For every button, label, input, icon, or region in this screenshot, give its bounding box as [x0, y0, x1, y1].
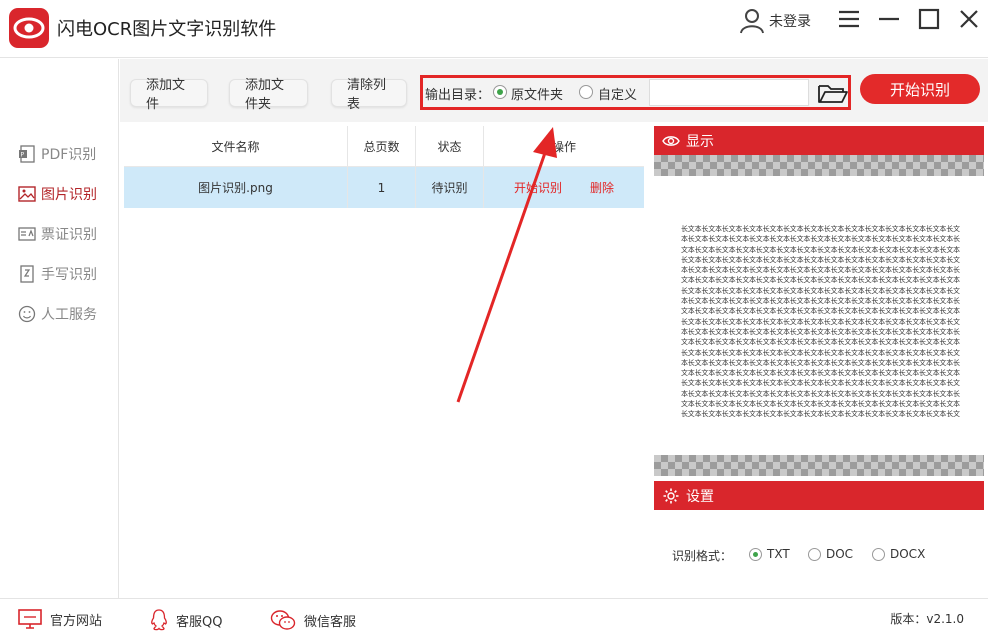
preview-title: 显示	[686, 133, 714, 150]
title-bar: 闪电OCR图片文字识别软件 未登录	[0, 0, 988, 58]
settings-title: 设置	[686, 488, 714, 505]
sidebar-item-ticket[interactable]: 票证识别	[18, 222, 97, 246]
custom-folder-radio[interactable]	[579, 85, 593, 99]
output-directory-label: 输出目录：	[425, 88, 491, 103]
format-label: 识别格式：	[672, 549, 733, 563]
user-icon[interactable]	[739, 8, 765, 34]
preview-checker-bottom	[654, 455, 984, 476]
format-txt-label[interactable]: TXT	[767, 547, 790, 561]
output-directory-group: 输出目录： 原文件夹 自定义	[420, 75, 851, 110]
sidebar: P PDF识别 图片识别 票证识别 手写识别 人工服务	[0, 59, 119, 598]
qq-icon	[151, 609, 167, 631]
wechat-icon	[270, 610, 296, 630]
sidebar-item-pdf[interactable]: P PDF识别	[18, 142, 96, 166]
format-docx-radio[interactable]	[872, 548, 885, 561]
monitor-icon	[18, 609, 42, 629]
start-recognition-button[interactable]: 开始识别	[860, 74, 980, 104]
smiley-icon	[18, 305, 36, 323]
file-table: 文件名称 总页数 状态 操作 图片识别.png 1 待识别 开始识别 删除	[124, 126, 644, 208]
handwrite-icon	[20, 265, 34, 283]
app-window: 闪电OCR图片文字识别软件 未登录 P PDF识别 图片识别 票证识别 手写识别…	[0, 0, 988, 637]
column-header-filename: 文件名称	[124, 126, 348, 166]
login-status[interactable]: 未登录	[769, 11, 811, 31]
column-header-pages: 总页数	[348, 126, 416, 166]
website-link[interactable]: 官方网站	[18, 609, 102, 629]
start-row-button[interactable]: 开始识别	[514, 179, 562, 196]
gear-icon	[663, 488, 679, 503]
toolbar: 添加文件 添加文件夹 清除列表 输出目录： 原文件夹 自定义 开始识别	[120, 59, 988, 122]
sidebar-item-label: PDF识别	[41, 147, 97, 163]
settings-header: 设置	[654, 481, 984, 510]
format-docx-label[interactable]: DOCX	[890, 547, 925, 561]
format-doc-radio[interactable]	[808, 548, 821, 561]
footer: 官方网站 客服QQ 微信客服 版本：v2.1.0	[0, 598, 988, 637]
sidebar-item-service[interactable]: 人工服务	[18, 302, 97, 326]
preview-header: 显示	[654, 126, 984, 155]
sidebar-item-image[interactable]: 图片识别	[18, 182, 97, 206]
format-txt-radio[interactable]	[749, 548, 762, 561]
source-folder-label[interactable]: 原文件夹	[511, 84, 563, 103]
column-header-actions: 操作	[551, 139, 576, 154]
delete-row-button[interactable]: 删除	[590, 179, 614, 196]
clear-list-button[interactable]: 清除列表	[331, 78, 407, 112]
wechat-label: 微信客服	[304, 614, 357, 630]
svg-text:P: P	[21, 152, 25, 159]
table-row[interactable]: 图片识别.png 1 待识别 开始识别 删除	[124, 167, 644, 208]
maximize-icon[interactable]	[917, 7, 941, 31]
sidebar-item-label: 人工服务	[41, 307, 97, 323]
minimize-icon[interactable]	[877, 7, 901, 31]
sidebar-item-label: 手写识别	[41, 267, 97, 283]
menu-icon[interactable]	[837, 7, 861, 31]
format-doc-label[interactable]: DOC	[826, 547, 853, 561]
column-header-status: 状态	[416, 126, 484, 166]
status-cell: 待识别	[416, 167, 484, 208]
preview-checker-top	[654, 155, 984, 176]
pdf-icon: P	[19, 145, 35, 163]
version-label: 版本：v2.1.0	[890, 612, 964, 626]
sidebar-item-label: 图片识别	[41, 187, 97, 203]
image-icon	[18, 186, 36, 202]
eye-logo-icon	[13, 17, 45, 39]
app-title: 闪电OCR图片文字识别软件	[57, 19, 277, 40]
preview-text: 长文本长文本长文本长文本长文本长文本长文本长文本长文本长文本长文本长文本长文本长…	[681, 225, 960, 418]
sidebar-item-label: 票证识别	[41, 227, 97, 243]
output-path-input[interactable]	[649, 79, 809, 106]
qq-link[interactable]: 客服QQ	[150, 609, 222, 631]
folder-open-icon[interactable]	[816, 80, 850, 106]
eye-icon	[662, 135, 680, 146]
add-folder-button[interactable]: 添加文件夹	[229, 78, 308, 112]
website-label: 官方网站	[50, 613, 103, 629]
app-logo	[9, 8, 49, 48]
page-count-cell: 1	[348, 167, 416, 208]
close-icon[interactable]	[957, 7, 981, 31]
file-name-cell: 图片识别.png	[124, 167, 348, 208]
sidebar-item-handwrite[interactable]: 手写识别	[18, 262, 97, 286]
custom-folder-label[interactable]: 自定义	[598, 84, 637, 103]
wechat-link[interactable]: 微信客服	[270, 609, 356, 631]
table-header: 文件名称 总页数 状态 操作	[124, 126, 644, 167]
qq-label: 客服QQ	[176, 614, 223, 630]
add-file-button[interactable]: 添加文件	[130, 78, 208, 112]
source-folder-radio[interactable]	[493, 85, 507, 99]
ticket-icon	[18, 227, 36, 241]
actions-cell: 开始识别 删除	[484, 167, 644, 208]
